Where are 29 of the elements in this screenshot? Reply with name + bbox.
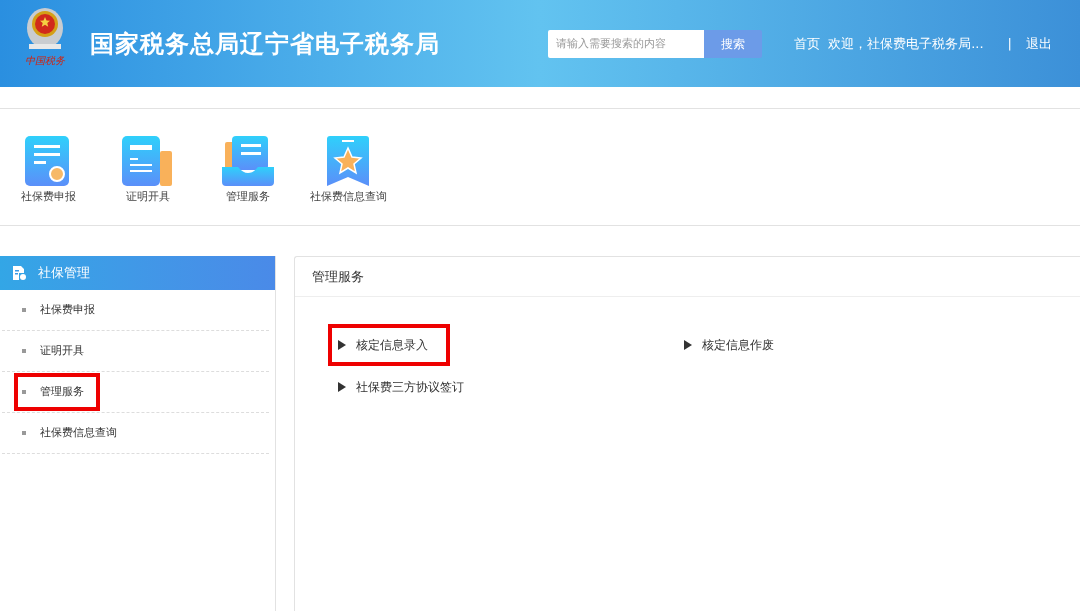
- inbox-tray-icon: [222, 136, 274, 186]
- document-settings-icon: [12, 265, 26, 281]
- service-link[interactable]: 核定信息作废: [674, 324, 784, 366]
- sidebar-item[interactable]: 社保费信息查询: [14, 414, 133, 452]
- document-icon: [25, 136, 71, 186]
- triangle-icon: [338, 340, 346, 350]
- bullet-icon: [22, 308, 26, 312]
- sidebar-item[interactable]: 证明开具: [14, 332, 100, 370]
- panel-title: 管理服务: [312, 267, 364, 286]
- shortcut-button[interactable]: 社保费信息查询: [298, 136, 398, 206]
- bullet-icon: [22, 349, 26, 353]
- documents-icon: [122, 136, 174, 186]
- triangle-icon: [338, 382, 346, 392]
- shortcut-button[interactable]: 证明开具: [98, 136, 198, 206]
- bullet-icon: [22, 431, 26, 435]
- nav-separator: |: [1007, 34, 1012, 53]
- shortcut-button[interactable]: 管理服务: [198, 136, 298, 206]
- sidebar-item[interactable]: 管理服务: [14, 373, 100, 411]
- star-ribbon-icon: [326, 136, 370, 186]
- site-title: 国家税务总局辽宁省电子税务局: [90, 28, 440, 60]
- service-link[interactable]: 社保费三方协议签订: [328, 366, 474, 408]
- shortcut-button[interactable]: 社保费申报: [0, 136, 98, 206]
- sidebar-title: 社保管理: [38, 264, 90, 283]
- service-link[interactable]: 核定信息录入: [328, 324, 450, 366]
- logo-text: 中国税务: [25, 55, 65, 66]
- search-field[interactable]: 请输入需要搜索的内容: [548, 29, 705, 58]
- sidebar-item[interactable]: 社保费申报: [14, 291, 111, 329]
- bullet-icon: [22, 390, 26, 394]
- triangle-icon: [684, 340, 692, 350]
